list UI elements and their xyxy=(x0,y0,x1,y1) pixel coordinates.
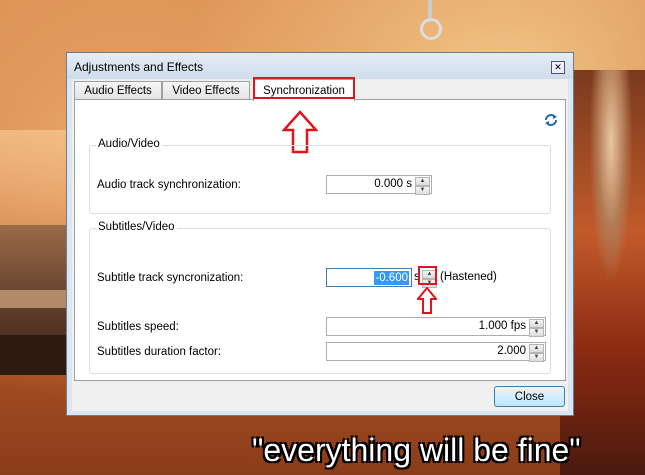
tab-audio-effects[interactable]: Audio Effects xyxy=(74,81,162,100)
spin-up-icon[interactable]: ▲ xyxy=(422,270,437,279)
dialog-titlebar: Adjustments and Effects ✕ xyxy=(67,53,573,79)
subtitles-duration-value: 2.000 xyxy=(497,345,526,357)
spin-down-icon[interactable]: ▼ xyxy=(529,353,544,362)
dialog-client: Audio Effects Video Effects Synchronizat… xyxy=(72,77,568,411)
close-button[interactable]: Close xyxy=(494,386,565,407)
audio-sync-value: 0.000 s xyxy=(374,178,412,190)
subtitle-sync-value: -0.600 xyxy=(374,271,409,285)
subtitles-duration-spinbox[interactable]: 2.000 ▲ ▼ xyxy=(326,342,546,362)
background-hook-ring xyxy=(420,18,442,40)
subtitle-caption: "everything will be fine" xyxy=(252,432,581,468)
red-up-arrow-icon xyxy=(417,287,437,314)
subtitles-video-group: Subtitles/Video Subtitle track syncroniz… xyxy=(89,221,551,374)
audio-sync-label: Audio track synchronization: xyxy=(97,179,241,191)
tab-synchronization[interactable]: Synchronization xyxy=(253,79,355,101)
synchronization-panel: Audio/Video Audio track synchronization:… xyxy=(74,99,566,381)
subtitle-sync-label: Subtitle track syncronization: xyxy=(97,272,244,284)
audio-video-group: Audio/Video Audio track synchronization:… xyxy=(89,138,551,214)
close-icon[interactable]: ✕ xyxy=(551,61,565,74)
spin-down-icon[interactable]: ▼ xyxy=(415,186,430,195)
subtitles-duration-label: Subtitles duration factor: xyxy=(97,346,222,358)
subtitles-speed-spinbox[interactable]: 1.000 fps ▲ ▼ xyxy=(326,317,546,337)
sync-refresh-icon[interactable] xyxy=(543,112,559,128)
spin-up-icon[interactable]: ▲ xyxy=(415,177,430,186)
subtitles-video-group-label: Subtitles/Video xyxy=(96,221,177,233)
subtitle-sync-input[interactable]: -0.600 xyxy=(326,268,412,287)
spin-up-icon[interactable]: ▲ xyxy=(529,319,544,328)
tab-video-effects[interactable]: Video Effects xyxy=(162,81,250,100)
subtitle-sync-status: (Hastened) xyxy=(440,271,497,283)
subtitles-duration-arrows[interactable]: ▲ ▼ xyxy=(529,344,544,362)
audio-sync-spinbox[interactable]: 0.000 s ▲ ▼ xyxy=(326,175,432,195)
subtitles-speed-arrows[interactable]: ▲ ▼ xyxy=(529,319,544,337)
background-rover-detail xyxy=(0,290,68,308)
audio-video-group-label: Audio/Video xyxy=(96,138,162,150)
subtitle-sync-unit: s xyxy=(414,271,420,283)
tab-bar: Audio Effects Video Effects Synchronizat… xyxy=(72,77,568,101)
subtitle-sync-arrows[interactable]: ▲ ▼ xyxy=(422,270,437,288)
spin-up-icon[interactable]: ▲ xyxy=(529,344,544,353)
spin-down-icon[interactable]: ▼ xyxy=(529,328,544,337)
audio-sync-arrows[interactable]: ▲ ▼ xyxy=(415,177,430,195)
subtitles-speed-value: 1.000 fps xyxy=(478,320,526,332)
dialog-title: Adjustments and Effects xyxy=(74,60,204,74)
adjustments-dialog: Adjustments and Effects ✕ Audio Effects … xyxy=(66,52,574,416)
subtitles-speed-label: Subtitles speed: xyxy=(97,321,179,333)
background-rover-detail xyxy=(0,335,68,375)
